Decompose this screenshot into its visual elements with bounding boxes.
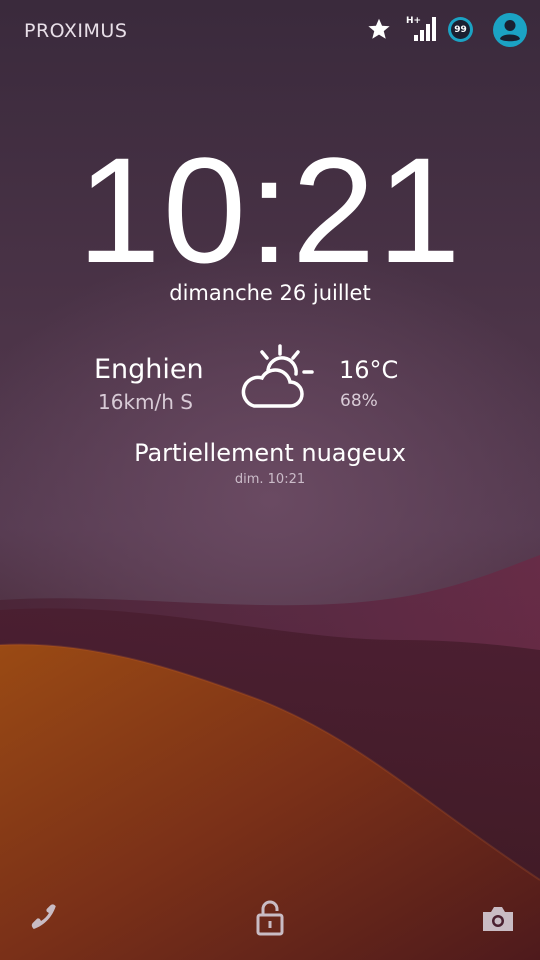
- weather-updated-time: dim. 10:21: [234, 472, 306, 487]
- lockscreen-date: dimanche 26 juillet: [169, 281, 371, 305]
- lockscreen-clock: 10:21: [77, 126, 463, 294]
- star-icon: [368, 18, 390, 39]
- notification-badge-icon: 99: [448, 17, 473, 42]
- weather-condition: Partiellement nuageux: [134, 439, 406, 467]
- partly-cloudy-icon: [241, 344, 314, 408]
- signal-hplus-icon: H+: [406, 16, 436, 41]
- phone-icon[interactable]: [26, 900, 60, 934]
- camera-icon[interactable]: [480, 904, 516, 934]
- unlock-icon[interactable]: [256, 900, 284, 936]
- status-bar: PROXIMUS H+ 99: [0, 0, 540, 60]
- weather-widget[interactable]: Enghien 16km/h S 16°C 68% Partiellement …: [0, 340, 540, 500]
- weather-wind: 16km/h S: [98, 390, 193, 414]
- user-account-icon[interactable]: [492, 12, 528, 48]
- weather-city: Enghien: [94, 354, 204, 385]
- badge-count: 99: [451, 20, 470, 39]
- carrier-name: PROXIMUS: [24, 20, 128, 42]
- weather-humidity: 68%: [340, 391, 378, 411]
- weather-temperature: 16°C: [339, 356, 399, 384]
- network-type-label: H+: [406, 16, 421, 26]
